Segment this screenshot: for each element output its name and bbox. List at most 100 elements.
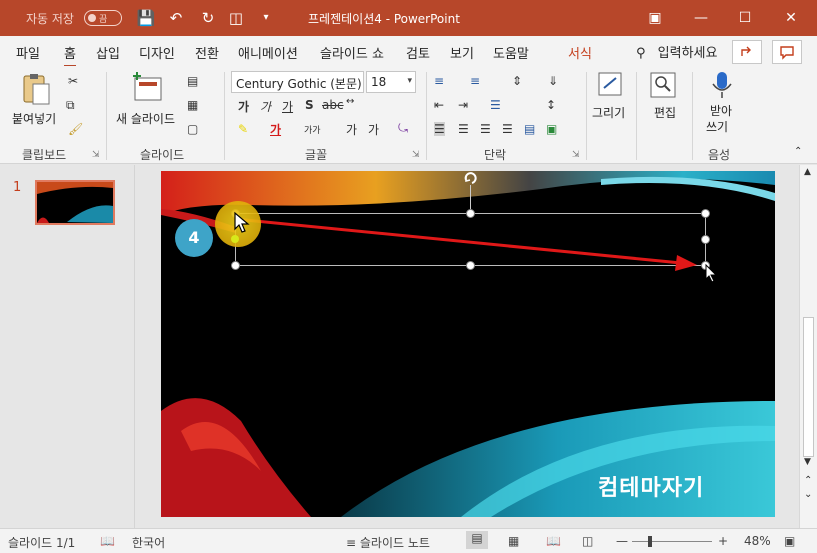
customize-toolbar-icon[interactable]: ▾ <box>256 8 276 28</box>
text-direction-icon[interactable]: ⇓ <box>548 74 558 88</box>
scroll-up-icon[interactable]: ▲ <box>804 167 811 177</box>
font-name-select[interactable]: Century Gothic (본문) <box>231 71 364 93</box>
tell-me-search[interactable]: ⚲ 입력하세요 <box>636 42 717 61</box>
numbering-icon[interactable]: ≡ <box>470 74 480 88</box>
clear-format-icon[interactable]: ⤿ <box>398 121 408 136</box>
scroll-down-icon[interactable]: ▼ <box>804 457 811 467</box>
slide[interactable] <box>161 171 775 517</box>
maximize-icon[interactable]: ☐ <box>730 6 760 30</box>
tab-insert[interactable]: 삽입 <box>96 43 120 62</box>
tab-transitions[interactable]: 전환 <box>195 43 219 62</box>
tab-design[interactable]: 디자인 <box>139 43 175 62</box>
normal-view-icon[interactable]: ▤ <box>466 531 488 549</box>
editing-button[interactable]: 편집 <box>644 70 684 140</box>
dictate-button[interactable]: 받아 쓰기 <box>700 70 744 140</box>
zoom-out-icon[interactable]: — <box>616 534 628 548</box>
paste-label: 붙여넣기 <box>12 112 57 126</box>
shapes-icon <box>598 72 622 96</box>
next-slide-icon[interactable]: ⌄ <box>804 489 812 500</box>
notes-toggle[interactable]: ≡ 슬라이드 노트 <box>346 534 430 551</box>
comments-button[interactable] <box>772 40 802 64</box>
tab-animations[interactable]: 애니메이션 <box>238 43 298 62</box>
line-spacing-icon[interactable]: ⇕ <box>512 74 522 88</box>
bullets-icon[interactable]: ≡ <box>434 74 444 88</box>
drawing-button[interactable]: 그리기 <box>592 70 632 140</box>
cut-icon[interactable]: ✂ <box>68 74 78 88</box>
paragraph-launcher-icon[interactable]: ⇲ <box>572 150 580 160</box>
tab-format[interactable]: 서식 <box>568 43 592 62</box>
redo-icon[interactable]: ↻ <box>198 8 218 28</box>
decrease-indent-icon[interactable]: ⇤ <box>434 98 444 112</box>
scroll-thumb[interactable] <box>803 317 814 457</box>
tab-help[interactable]: 도움말 <box>493 43 529 62</box>
italic-icon[interactable]: 가 <box>260 98 271 115</box>
reading-view-icon[interactable]: 📖 <box>546 534 561 548</box>
grow-font-icon[interactable]: 가 <box>346 121 357 138</box>
dictate-label-1: 받아 <box>710 104 733 118</box>
accessibility-icon[interactable]: 📖 <box>100 534 115 548</box>
minimize-icon[interactable]: — <box>686 6 716 30</box>
vertical-scrollbar[interactable]: ▲ ▼ ⌃ ⌄ <box>799 165 817 528</box>
ribbon-display-icon[interactable]: ▣ <box>640 6 670 30</box>
collapse-ribbon-icon[interactable]: ⌃ <box>794 146 802 157</box>
copy-icon[interactable]: ⧉ <box>66 98 75 113</box>
font-size-change-icon[interactable]: 가가 <box>304 123 321 136</box>
tab-view[interactable]: 보기 <box>450 43 474 62</box>
tab-review[interactable]: 검토 <box>406 43 430 62</box>
font-color-icon[interactable]: 가 <box>270 121 281 138</box>
zoom-level[interactable]: 48% <box>744 534 771 548</box>
tab-slideshow[interactable]: 슬라이드 쇼 <box>320 43 384 62</box>
drawing-label: 그리기 <box>592 106 626 120</box>
fit-to-window-icon[interactable]: ▣ <box>784 534 795 548</box>
close-icon[interactable]: ✕ <box>776 6 806 30</box>
zoom-in-icon[interactable]: + <box>718 534 728 548</box>
align-center-icon[interactable]: ☰ <box>458 122 469 136</box>
new-slide-button[interactable]: 새 슬라이드 <box>114 72 184 142</box>
search-label: 입력하세요 <box>657 46 718 61</box>
slide-sorter-icon[interactable]: ▦ <box>508 534 519 548</box>
font-launcher-icon[interactable]: ⇲ <box>412 150 420 160</box>
clipboard-launcher-icon[interactable]: ⇲ <box>92 150 100 160</box>
smartart-icon[interactable]: ▣ <box>546 122 557 136</box>
tab-home[interactable]: 홈 <box>64 43 76 67</box>
reset-icon[interactable]: ▦ <box>187 98 198 112</box>
justify-icon[interactable]: ☰ <box>502 122 513 136</box>
undo-icon[interactable]: ↶ <box>166 8 186 28</box>
align-right-icon[interactable]: ☰ <box>480 122 491 136</box>
tab-file[interactable]: 파일 <box>16 43 40 62</box>
separator <box>692 72 693 160</box>
new-slide-label: 새 슬라이드 <box>116 112 176 126</box>
font-size-select[interactable]: 18 ▾ <box>366 71 416 93</box>
shadow-icon[interactable]: S <box>305 98 314 112</box>
autosave-toggle[interactable]: 끔 <box>84 10 122 26</box>
zoom-slider[interactable] <box>632 536 712 547</box>
voice-group-label: 음성 <box>708 148 731 162</box>
underline-icon[interactable]: 가 <box>282 98 293 115</box>
zoom-slider-thumb[interactable] <box>648 536 652 547</box>
slide-thumbnail[interactable] <box>35 180 115 225</box>
align-left-icon[interactable]: ☰ <box>434 122 445 136</box>
strikethrough-icon[interactable]: abc <box>322 98 344 112</box>
shrink-font-icon[interactable]: 가 <box>368 121 379 138</box>
slideshow-view-icon[interactable]: ◫ <box>582 534 593 548</box>
distributed-icon[interactable]: ▤ <box>524 122 535 136</box>
align-text-icon[interactable]: ↕ <box>546 98 556 112</box>
prev-slide-icon[interactable]: ⌃ <box>804 475 812 486</box>
bold-icon[interactable]: 가 <box>238 98 249 115</box>
section-icon[interactable]: ▢ <box>187 122 198 136</box>
columns-icon[interactable]: ☰ <box>490 98 501 112</box>
save-icon[interactable]: 💾 <box>136 8 156 28</box>
paste-button[interactable]: 붙여넣기 <box>10 72 60 142</box>
layout-icon[interactable]: ▤ <box>187 74 198 88</box>
char-spacing-icon[interactable]: ↔ <box>346 96 354 107</box>
autosave-label: 자동 저장 <box>26 12 74 26</box>
start-slideshow-icon[interactable]: ◫ <box>226 8 246 28</box>
menu-bar: 파일 홈 삽입 디자인 전환 애니메이션 슬라이드 쇼 검토 보기 도움말 서식… <box>0 36 817 67</box>
comment-icon <box>780 46 794 60</box>
microphone-icon <box>712 72 732 98</box>
highlight-icon[interactable]: ✎ <box>238 122 248 136</box>
share-button[interactable] <box>732 40 762 64</box>
language-indicator[interactable]: 한국어 <box>132 534 165 551</box>
increase-indent-icon[interactable]: ⇥ <box>458 98 468 112</box>
format-painter-icon[interactable]: 🖌 <box>68 122 83 136</box>
